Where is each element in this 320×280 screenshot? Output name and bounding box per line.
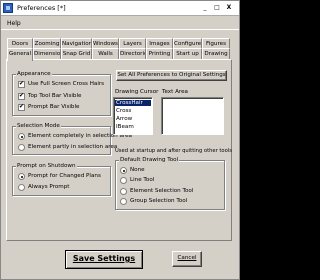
always-prompt-label: Always Prompt [28,184,70,190]
prompt-bar-checkbox[interactable] [18,103,25,111]
tool-element-selection-radio[interactable] [120,188,127,195]
default-tool-group: Default Drawing Tool None Line Tool Elem… [115,157,225,210]
default-tool-label: Default Drawing Tool [119,157,180,163]
tool-element-selection-label: Element Selection Tool [130,188,194,194]
prompt-on-shutdown-group: Prompt on Shutdown Prompt for Changed Pl… [12,163,111,196]
prompt-on-shutdown-label: Prompt on Shutdown [16,163,77,169]
prompt-changed-label: Prompt for Changed Plans [28,173,101,179]
prompt-bar-label: Prompt Bar Visible [28,104,80,110]
selection-partly-label: Element partly in selection area [28,144,118,150]
tool-line-radio[interactable] [120,177,127,184]
full-screen-crosshairs-checkbox[interactable] [18,80,25,88]
menu-bar: Help [1,17,239,30]
text-area-list[interactable] [161,97,224,135]
cancel-button[interactable]: Cancel [172,251,202,267]
startup-note: Used at startup and after quitting other… [115,148,232,154]
selection-partly-radio[interactable] [18,144,25,151]
top-toolbar-checkbox[interactable] [18,92,25,100]
tool-group-selection-label: Group Selection Tool [130,198,188,204]
cursor-option-ibeam[interactable]: IBeam [116,124,134,130]
minimize-button[interactable]: _ [201,4,209,12]
always-prompt-radio[interactable] [18,184,25,191]
drawing-cursor-label: Drawing Cursor [115,89,159,95]
selection-mode-label: Selection Mode [16,123,61,129]
text-area-label: Text Area [162,89,188,95]
window-title: Preferences [*] [17,4,66,12]
general-panel: Appearance Use Full Screen Cross Hairs T… [6,59,232,241]
tool-group-selection-radio[interactable] [120,198,127,205]
cursor-option-cross[interactable]: Cross [116,108,131,114]
tool-none-radio[interactable] [120,167,127,174]
preferences-window: Preferences [*] _ □ X Help Doors Zooming… [0,0,240,280]
cursor-option-crosshair[interactable]: CrossHair [115,100,151,106]
top-toolbar-label: Top Tool Bar Visible [28,93,82,99]
tab-general[interactable]: General [7,48,33,61]
tool-line-label: Line Tool [130,177,155,183]
appearance-label: Appearance [16,71,52,77]
close-button[interactable]: X [225,4,233,12]
menu-help[interactable]: Help [7,20,21,27]
maximize-button[interactable]: □ [213,4,221,12]
drawing-cursor-list[interactable]: CrossHair Cross Arrow IBeam [113,97,153,135]
tool-none-label: None [130,167,145,173]
save-settings-button[interactable]: Save Settings [65,250,143,269]
app-icon [3,3,13,13]
title-bar: Preferences [*] _ □ X [1,1,239,16]
selection-completely-radio[interactable] [18,133,25,140]
selection-mode-group: Selection Mode Element completely in sel… [12,123,132,155]
cursor-option-arrow[interactable]: Arrow [116,116,132,122]
full-screen-crosshairs-label: Use Full Screen Cross Hairs [28,81,105,87]
prompt-changed-radio[interactable] [18,173,25,180]
appearance-group: Appearance Use Full Screen Cross Hairs T… [12,71,111,116]
reset-preferences-button[interactable]: Set All Preferences to Original Settings [116,70,227,81]
